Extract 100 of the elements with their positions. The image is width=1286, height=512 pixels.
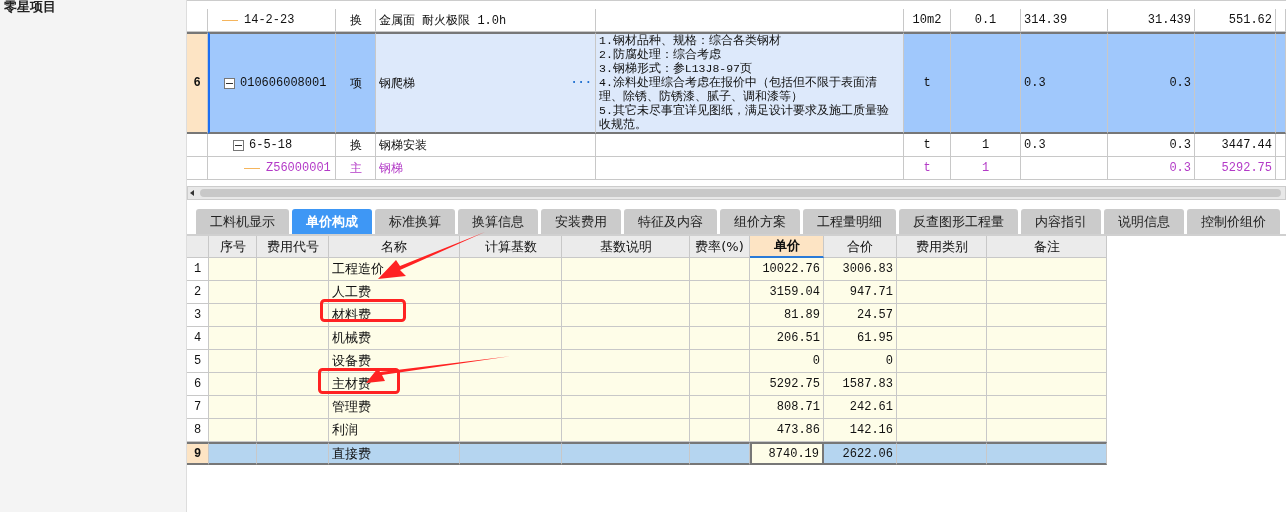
- column-header[interactable]: 备注: [987, 236, 1107, 258]
- column-header[interactable]: 基数说明: [562, 236, 690, 258]
- column-header[interactable]: 单价: [750, 236, 824, 258]
- table-cell: 10m2: [904, 9, 951, 32]
- table-cell: [209, 304, 257, 327]
- table-cell: [690, 327, 750, 350]
- column-header[interactable]: 计算基数: [460, 236, 562, 258]
- table-cell: [209, 373, 257, 396]
- tab[interactable]: 工程量明细: [803, 209, 896, 234]
- more-button[interactable]: ···: [570, 76, 592, 90]
- table-cell: 钢梯: [376, 157, 596, 180]
- table-cell: [257, 304, 329, 327]
- table-cell: [209, 350, 257, 373]
- table-cell: 3006.83: [824, 258, 897, 281]
- table-cell: 5292.75: [1195, 157, 1276, 180]
- table-cell: 808.71: [750, 396, 824, 419]
- tab[interactable]: 组价方案: [720, 209, 800, 234]
- table-cell: 机械费: [329, 327, 460, 350]
- table-cell: 直接费: [329, 442, 460, 465]
- table-cell: 947.71: [824, 281, 897, 304]
- sidebar-title: 零星项目: [4, 0, 56, 16]
- table-cell: 81.89: [750, 304, 824, 327]
- table-cell: 8740.19: [750, 442, 824, 465]
- table-cell: 3159.04: [750, 281, 824, 304]
- table-cell: 31.439: [1108, 9, 1195, 32]
- table-cell: [257, 327, 329, 350]
- table-cell: [690, 396, 750, 419]
- table-cell: [257, 396, 329, 419]
- item-code: 6-5-18: [249, 138, 293, 152]
- tab[interactable]: 内容指引: [1021, 209, 1101, 234]
- item-code: Z56000001: [266, 161, 331, 175]
- tree-line: [244, 167, 260, 169]
- table-cell: 人工费: [329, 281, 460, 304]
- table-cell: t: [904, 157, 951, 180]
- row-number: 6: [187, 373, 209, 396]
- tab[interactable]: 说明信息: [1104, 209, 1184, 234]
- row-number: 7: [187, 396, 209, 419]
- tab[interactable]: 换算信息: [458, 209, 538, 234]
- table-cell: 主: [336, 157, 376, 180]
- table-cell: 0: [750, 350, 824, 373]
- row-number: 6: [187, 32, 208, 134]
- table-cell: [690, 281, 750, 304]
- table-cell: 1: [951, 134, 1021, 157]
- tab[interactable]: 安装费用: [541, 209, 621, 234]
- table-cell: [1276, 134, 1286, 157]
- row-number: 4: [187, 327, 209, 350]
- table-cell: 钢梯安装: [376, 134, 596, 157]
- table-cell: [209, 281, 257, 304]
- table-cell: t: [904, 32, 951, 134]
- table-cell: 10022.76: [750, 258, 824, 281]
- tree-line: [222, 19, 238, 21]
- collapse-icon[interactable]: [224, 77, 235, 89]
- table-cell: [690, 419, 750, 442]
- table-cell: 0.3: [1021, 32, 1108, 134]
- table-cell: [257, 442, 329, 465]
- table-cell: 0.3: [1108, 157, 1195, 180]
- table-cell: 206.51: [750, 327, 824, 350]
- table-cell: [257, 373, 329, 396]
- table-cell: 0.3: [1021, 134, 1108, 157]
- table-cell: 473.86: [750, 419, 824, 442]
- column-header[interactable]: 费用类别: [897, 236, 987, 258]
- table-cell: [1276, 9, 1286, 32]
- table-cell: [257, 258, 329, 281]
- tab[interactable]: 控制价组价: [1187, 209, 1280, 234]
- table-cell: [1276, 157, 1286, 180]
- table-cell: 142.16: [824, 419, 897, 442]
- tab[interactable]: 特征及内容: [624, 209, 717, 234]
- table-cell: [257, 419, 329, 442]
- column-header[interactable]: 合价: [824, 236, 897, 258]
- table-cell: [690, 373, 750, 396]
- tab[interactable]: 反查图形工程量: [899, 209, 1018, 234]
- table-cell: 2622.06: [824, 442, 897, 465]
- collapse-icon[interactable]: [233, 139, 244, 151]
- tab[interactable]: 工料机显示: [196, 209, 289, 234]
- column-header[interactable]: 名称: [329, 236, 460, 258]
- left-arrow-icon[interactable]: [188, 189, 196, 197]
- table-cell: 项: [336, 32, 376, 134]
- table-cell: 换: [336, 134, 376, 157]
- table-cell: t: [904, 134, 951, 157]
- tab[interactable]: 标准换算: [375, 209, 455, 234]
- row-number: 2: [187, 281, 209, 304]
- table-cell: 1587.83: [824, 373, 897, 396]
- column-header[interactable]: 费用代号: [257, 236, 329, 258]
- table-cell: 0.3: [1108, 32, 1195, 134]
- row-number: 1: [187, 258, 209, 281]
- horizontal-scrollbar[interactable]: [187, 186, 1286, 200]
- row-number: 5: [187, 350, 209, 373]
- table-cell: [209, 396, 257, 419]
- table-cell: [257, 350, 329, 373]
- table-cell: [690, 350, 750, 373]
- table-cell: 利润: [329, 419, 460, 442]
- table-cell: 61.95: [824, 327, 897, 350]
- table-cell: 换: [336, 9, 376, 32]
- table-cell: 242.61: [824, 396, 897, 419]
- table-cell: 5292.75: [750, 373, 824, 396]
- table-cell: 管理费: [329, 396, 460, 419]
- table-cell: [209, 327, 257, 350]
- column-header[interactable]: 费率(%): [690, 236, 750, 258]
- column-header[interactable]: 序号: [209, 236, 257, 258]
- table-cell: [690, 304, 750, 327]
